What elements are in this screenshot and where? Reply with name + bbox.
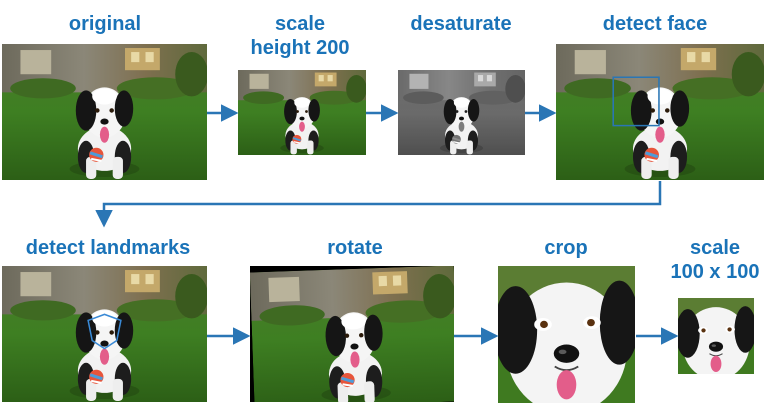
arrow-detect-face-to-landmarks [95, 181, 662, 228]
flow-arrows [95, 104, 679, 345]
